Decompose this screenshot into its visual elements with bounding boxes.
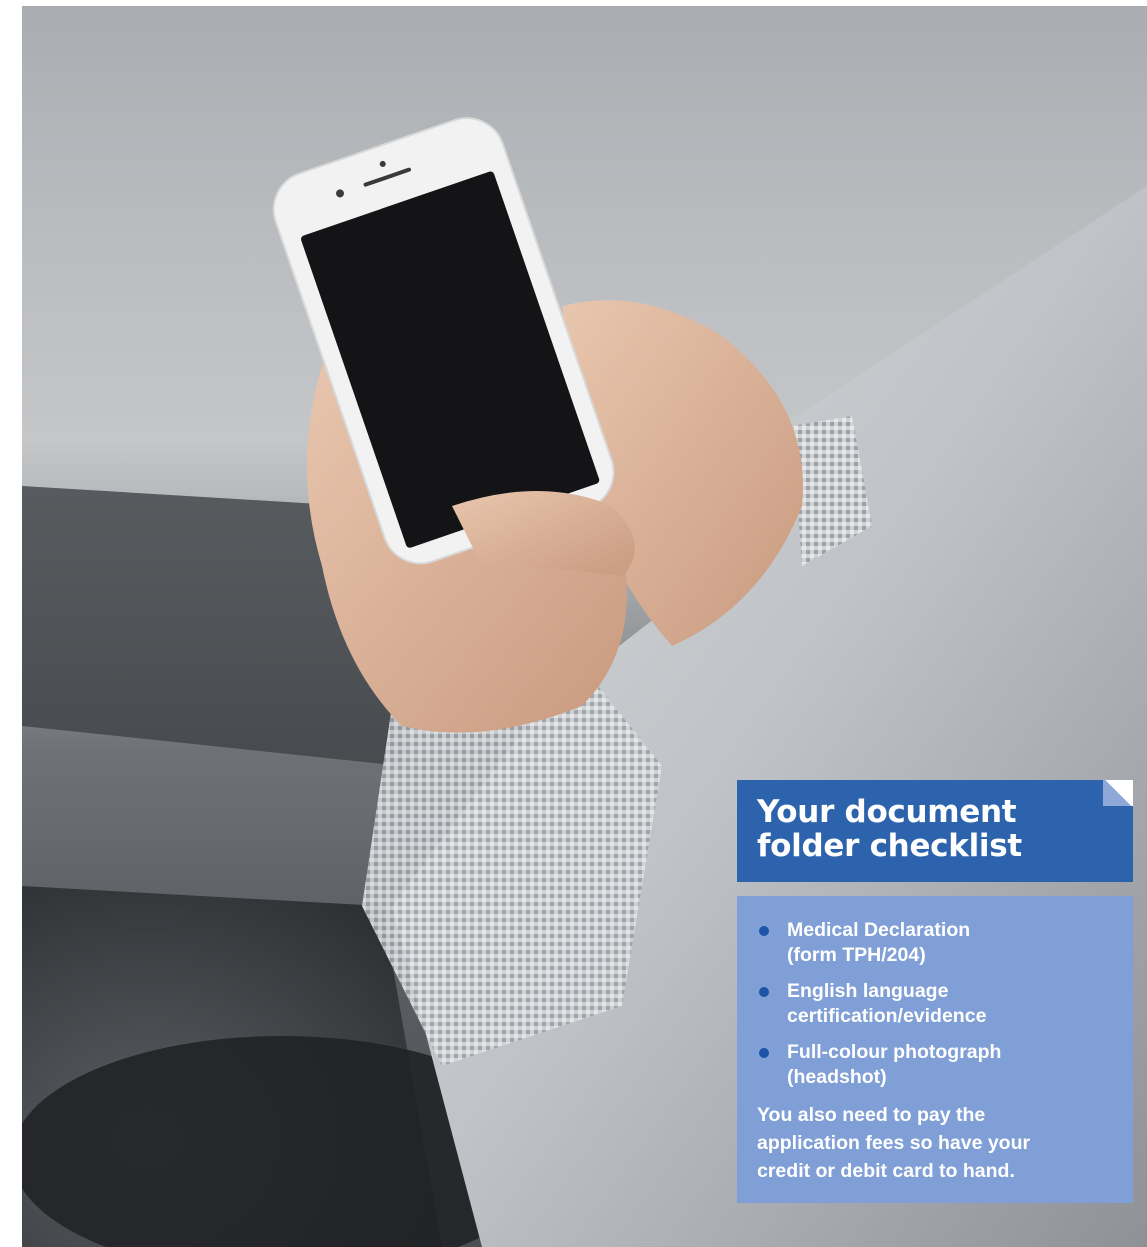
checklist-note: You also need to pay the application fee… (757, 1101, 1097, 1185)
item-line2: (form TPH/204) (787, 944, 926, 966)
folded-corner-icon (1103, 780, 1133, 806)
checklist-items: Medical Declaration (form TPH/204) Engli… (757, 918, 1113, 1090)
item-line2: (headshot) (787, 1066, 887, 1088)
bullet-icon (759, 987, 769, 997)
item-line1: English language (787, 980, 949, 1002)
note-line3: credit or debit card to hand. (757, 1160, 1015, 1182)
list-item: Full-colour photograph (headshot) (757, 1040, 1113, 1090)
bullet-icon (759, 1048, 769, 1058)
bullet-icon (759, 926, 769, 936)
note-line1: You also need to pay the (757, 1104, 986, 1126)
note-line2: application fees so have your (757, 1132, 1031, 1154)
checklist-header: Your document folder checklist (737, 780, 1133, 882)
checklist-title-line1: Your document (757, 794, 1017, 830)
list-item: Medical Declaration (form TPH/204) (757, 918, 1113, 968)
checklist-body: Medical Declaration (form TPH/204) Engli… (737, 896, 1133, 1203)
checklist-title-line2: folder checklist (757, 828, 1022, 864)
checklist-title: Your document folder checklist (757, 795, 1097, 863)
document-checklist-panel: Your document folder checklist Medical D… (737, 780, 1133, 1203)
item-line1: Medical Declaration (787, 919, 971, 941)
item-line1: Full-colour photograph (787, 1041, 1002, 1063)
item-line2: certification/evidence (787, 1005, 987, 1027)
list-item: English language certification/evidence (757, 979, 1113, 1029)
